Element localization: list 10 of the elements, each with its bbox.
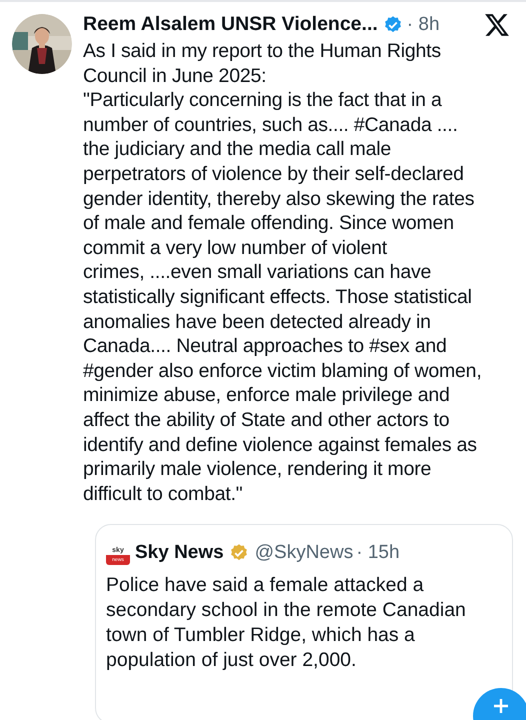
author-name[interactable]: Reem Alsalem UNSR Violence...: [83, 10, 378, 40]
quoted-handle: @SkyNews: [254, 541, 354, 566]
x-logo-icon[interactable]: [484, 13, 510, 37]
post-text: "Particularly concerning is the fact that in a number of countries, such as.... #Canada .... the judiciary and the media call male perpetrators of violence by their self-declared gender identity, thereby also skewing the rates of male and female offending. Since women commit a very low number of violent crimes, ....even small variations can have statistically significant effects. Those statistical anomalies have been detected already in Canada.... Neutral approaches to #sex and #gender also enforce victim blaming of women, minimize abuse, enforce male privilege and affect the ability of State and other actors to identify and define violence against females as primarily male violence, rendering it more difficult to combat.": [83, 88, 483, 506]
quoted-author-name[interactable]: Sky News: [135, 539, 224, 568]
quoted-post-text: Police have said a female attacked a secondary school in the remote Canadian town of Tumbler Ridge, which has a population of just over 2,000.: [106, 573, 467, 674]
plus-icon: [493, 698, 509, 714]
post-time: · 8h: [406, 12, 440, 37]
post-text: As I said in my report to the Human Rights Council in June 2025:: [83, 39, 442, 88]
quoted-time: · 15h: [356, 541, 400, 566]
